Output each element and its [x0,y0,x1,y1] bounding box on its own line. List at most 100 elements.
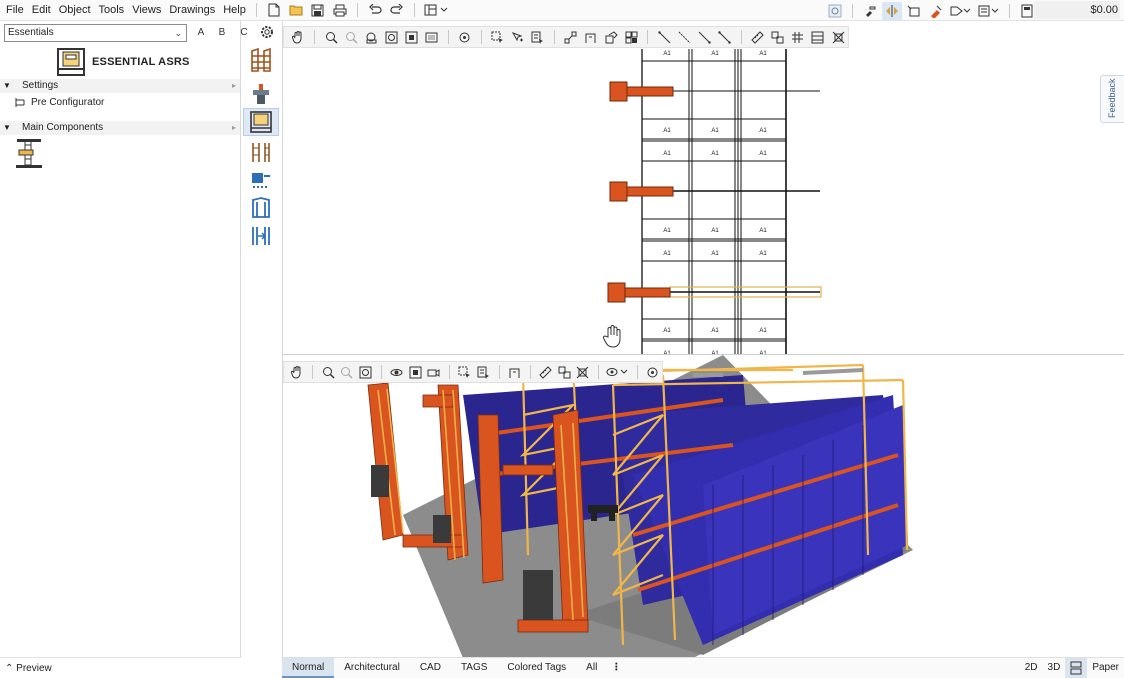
expand-arrow-icon: ▸ [231,123,236,132]
cell-label: A1 [711,228,719,234]
view-mode-switcher: 2D 3D Paper [1020,658,1124,678]
preview-label: Preview [16,663,52,674]
collapse-triangle-icon: ▼ [3,81,11,90]
select-list-icon[interactable] [475,363,491,381]
menu-drawings[interactable]: Drawings [165,0,219,21]
conveyor-component-icon[interactable] [243,80,279,108]
toolbar-separator [380,365,382,379]
orbit-icon[interactable] [388,363,404,381]
drawing-mode-bar: Normal Architectural CAD TAGS Colored Ta… [282,657,1124,678]
main-components-section-header[interactable]: ▼ Main Components ▸ [0,121,240,135]
chevron-up-icon: ⌃ [5,663,14,674]
main-components-header-label: Main Components [22,122,104,133]
undo-icon[interactable] [365,1,385,19]
cell-label: A1 [759,151,767,157]
menu-help[interactable]: Help [219,0,250,21]
tab-tags[interactable]: TAGS [451,658,497,678]
report-dropdown-icon[interactable] [976,2,1002,20]
transfer-component-icon[interactable] [243,222,279,250]
tab-normal[interactable]: Normal [282,658,335,678]
redo-icon[interactable] [387,1,407,19]
visibility-dropdown-icon[interactable] [606,363,630,381]
tab-all[interactable]: All [576,658,607,678]
expand-arrow-icon: ▸ [231,81,236,90]
toolbar-separator [1009,3,1010,18]
settings-gear-icon[interactable] [259,24,275,43]
asrs-component-icon[interactable] [243,108,279,136]
delete-icon[interactable] [575,363,591,381]
menubar-right-tools [824,1,1038,20]
settings-header-label: Settings [22,80,59,91]
component-icon-strip [241,44,281,250]
settings-section-header[interactable]: ▼ Settings ▸ [0,79,240,93]
brand-header: ESSENTIAL ASRS [56,47,236,77]
pin-tool-icon[interactable] [860,2,880,20]
collapse-triangle-icon: ▼ [3,123,11,132]
group-icon[interactable] [556,363,572,381]
mirror-tool-icon[interactable] [882,1,902,20]
toolbar-separator [413,3,415,17]
toolbar-separator [852,3,853,18]
split-view-icon[interactable] [1065,658,1088,678]
zoom-fit-icon[interactable] [407,363,423,381]
view-2d-button[interactable]: 2D [1020,658,1043,678]
menu-file[interactable]: File [0,0,28,21]
menu-object[interactable]: Object [55,0,95,21]
tab-architectural[interactable]: Architectural [334,658,410,678]
layout-dropdown-icon[interactable] [422,1,452,19]
filter-c-button[interactable]: C [237,24,251,42]
cell-label: A1 [711,251,719,257]
cell-label: A1 [663,128,671,134]
more-options-icon[interactable]: ⋮ [607,658,625,678]
camera-icon[interactable] [425,363,441,381]
toolbar-separator [448,365,450,379]
filter-a-button[interactable]: A [194,24,208,42]
menu-tools[interactable]: Tools [95,0,129,21]
warehouse-3d-render[interactable] [283,355,1124,657]
filter-b-button[interactable]: B [215,24,229,42]
rack-component-icon[interactable] [243,46,279,74]
lift-component-icon[interactable] [243,194,279,222]
save-icon[interactable] [308,1,328,19]
upright-frame-icon[interactable] [243,138,279,166]
plan-drawing[interactable]: A1 A1 A1A1 A1 A1A1 A1 A1A1 A1 A1A1 A1 A1A1 A1 A1A1 A1… [283,21,1124,354]
catalog-select-value: Essentials [8,27,54,38]
select-icon[interactable] [457,363,473,381]
price-total: $0.00 [1090,4,1118,16]
new-file-icon[interactable] [264,1,284,19]
focus-target-icon[interactable] [645,363,661,381]
view-paper-button[interactable]: Paper [1087,658,1124,678]
zoom-out-icon[interactable] [339,363,355,381]
tab-cad[interactable]: CAD [410,658,451,678]
asrs-crane-component-icon[interactable] [14,137,44,172]
pan-hand-icon[interactable] [289,363,305,381]
menu-edit[interactable]: Edit [28,0,55,21]
pre-configurator-item[interactable]: Pre Configurator [15,97,104,108]
feedback-label: Feedback [1107,78,1117,118]
tab-colored-tags[interactable]: Colored Tags [497,658,576,678]
open-folder-icon[interactable] [286,1,306,19]
box-tool-icon[interactable] [904,2,924,20]
menu-views[interactable]: Views [128,0,165,21]
catalog-select[interactable]: Essentials ⌄ [4,24,187,42]
plan-view-2d[interactable]: A1 A1 A1 A1 A1 A1 A1 A1 A1 A1 A1 A1 A1 A1 A1 A1 A1 A1 A1 A1… [282,21,1124,354]
paint-tool-icon[interactable] [926,2,946,20]
tag-dropdown-icon[interactable] [948,2,974,20]
print-icon[interactable] [330,1,350,19]
view-3d-button[interactable]: 3D [1043,658,1066,678]
configurator-icon [15,98,25,107]
toolbar-separator [598,365,599,379]
feedback-tab[interactable]: Feedback [1100,75,1124,123]
measure-icon[interactable] [538,363,554,381]
chevron-down-icon: ⌄ [174,28,182,38]
zoom-extents-icon[interactable] [357,363,373,381]
dimension-icon[interactable] [506,363,522,381]
shuttle-component-icon[interactable] [243,166,279,194]
preview-toggle[interactable]: ⌃ Preview [0,657,241,678]
toolbar-separator [356,3,358,17]
perspective-view-3d[interactable] [282,354,1124,657]
cell-label: A1 [663,228,671,234]
render-target-icon[interactable] [825,2,845,20]
pre-configurator-label: Pre Configurator [31,97,105,108]
zoom-in-icon[interactable] [320,363,336,381]
